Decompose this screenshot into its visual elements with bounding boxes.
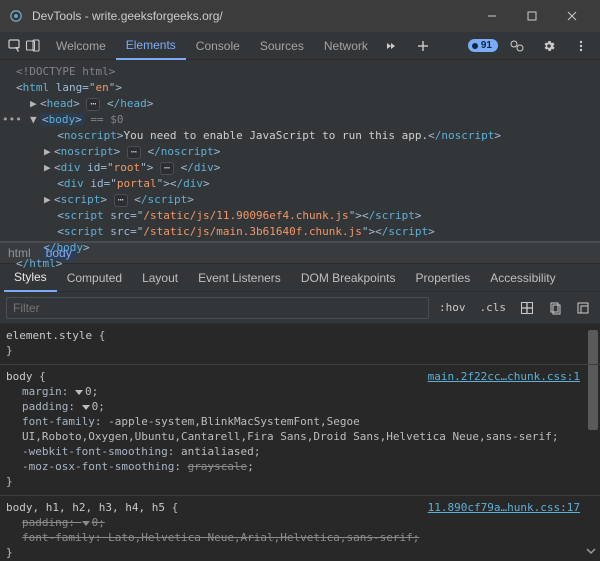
- ellipsis-icon[interactable]: ⋯: [160, 162, 174, 175]
- css-declaration[interactable]: margin: 0;: [6, 384, 594, 399]
- dom-noscript-1[interactable]: <noscript>You need to enable JavaScript …: [6, 128, 594, 144]
- tab-welcome[interactable]: Welcome: [46, 32, 116, 60]
- toggle-rendering-icon[interactable]: [572, 297, 594, 319]
- tab-console[interactable]: Console: [186, 32, 250, 60]
- dom-div-portal[interactable]: <div id="portal"></div>: [6, 176, 594, 192]
- rule-body-main[interactable]: main.2f22cc…chunk.css:1 body { margin: 0…: [0, 365, 600, 496]
- device-toolbar-icon[interactable]: [24, 33, 42, 59]
- cls-toggle[interactable]: .cls: [476, 299, 511, 316]
- rule-source-link[interactable]: 11.890cf79a…hunk.css:17: [428, 500, 580, 515]
- rule-selector[interactable]: body: [6, 370, 33, 383]
- dom-noscript-2[interactable]: ▶<noscript> ⋯ </noscript>: [6, 144, 594, 160]
- rule-selector[interactable]: body, h1, h2, h3, h4, h5: [6, 501, 165, 514]
- dom-div-root[interactable]: ▶<div id="root"> ⋯ </div>: [6, 160, 594, 176]
- dom-head[interactable]: ▶<head> ⋯ </head>: [6, 96, 594, 112]
- css-declaration[interactable]: font-family: Lato,Helvetica Neue,Arial,H…: [6, 530, 594, 545]
- rule-element-style[interactable]: element.style { }: [0, 324, 600, 365]
- dom-doctype[interactable]: <!DOCTYPE html>: [16, 65, 115, 78]
- dom-script-empty[interactable]: ▶<script> ⋯ </script>: [6, 192, 594, 208]
- css-declaration[interactable]: padding: 0;: [6, 515, 594, 530]
- maximize-button[interactable]: [512, 0, 552, 32]
- minimize-button[interactable]: [472, 0, 512, 32]
- dom-body-open[interactable]: •••▼<body> == $0: [6, 112, 594, 128]
- window-title: DevTools - write.geeksforgeeks.org/: [32, 9, 472, 23]
- copy-styles-icon[interactable]: [544, 297, 566, 319]
- titlebar: DevTools - write.geeksforgeeks.org/: [0, 0, 600, 32]
- issues-dot-icon: [472, 43, 478, 49]
- styles-filter-input[interactable]: [6, 297, 429, 319]
- issues-badge[interactable]: 91: [468, 39, 498, 52]
- issues-count: 91: [481, 40, 492, 51]
- dom-html-close[interactable]: </html>: [6, 256, 594, 272]
- rule-source-link[interactable]: main.2f22cc…chunk.css:1: [428, 369, 580, 384]
- close-window-button[interactable]: [552, 0, 592, 32]
- dom-html-open[interactable]: <html lang="en">: [6, 80, 594, 96]
- settings-gear-icon[interactable]: [536, 33, 562, 59]
- new-style-rule-icon[interactable]: [516, 297, 538, 319]
- css-declaration[interactable]: -moz-osx-font-smoothing: grayscale;: [6, 459, 594, 474]
- dom-body-close[interactable]: </body>: [6, 240, 594, 256]
- dom-tree[interactable]: <!DOCTYPE html> <html lang="en"> ▶<head>…: [0, 60, 600, 242]
- dom-script-src1[interactable]: <script src="/static/js/11.90096ef4.chun…: [6, 208, 594, 224]
- kebab-menu-icon[interactable]: [568, 33, 594, 59]
- css-declaration[interactable]: padding: 0;: [6, 399, 594, 414]
- styles-filter-row: :hov .cls: [0, 292, 600, 324]
- main-toolbar: Welcome Elements Console Sources Network…: [0, 32, 600, 60]
- rendering-icon[interactable]: [504, 33, 530, 59]
- rule-body-headings[interactable]: 11.890cf79a…hunk.css:17 body, h1, h2, h3…: [0, 496, 600, 561]
- more-tabs-icon[interactable]: [378, 33, 404, 59]
- ellipsis-icon[interactable]: ⋯: [114, 194, 128, 207]
- ellipsis-icon[interactable]: ⋯: [86, 98, 100, 111]
- hov-toggle[interactable]: :hov: [435, 299, 470, 316]
- tab-elements[interactable]: Elements: [116, 32, 186, 60]
- css-declaration[interactable]: -webkit-font-smoothing: antialiased;: [6, 444, 594, 459]
- devtools-logo-icon: [8, 8, 24, 24]
- inspect-element-icon[interactable]: [6, 33, 24, 59]
- tab-sources[interactable]: Sources: [250, 32, 314, 60]
- tab-network[interactable]: Network: [314, 32, 378, 60]
- rule-selector[interactable]: element.style: [6, 329, 92, 342]
- panel-tabs: Welcome Elements Console Sources Network: [46, 32, 378, 60]
- dom-script-src2[interactable]: <script src="/static/js/main.3b61640f.ch…: [6, 224, 594, 240]
- new-tab-icon[interactable]: [410, 33, 436, 59]
- css-declaration[interactable]: font-family: -apple-system,BlinkMacSyste…: [6, 414, 594, 444]
- ellipsis-icon[interactable]: ⋯: [127, 146, 141, 159]
- styles-pane[interactable]: element.style { } main.2f22cc…chunk.css:…: [0, 324, 600, 561]
